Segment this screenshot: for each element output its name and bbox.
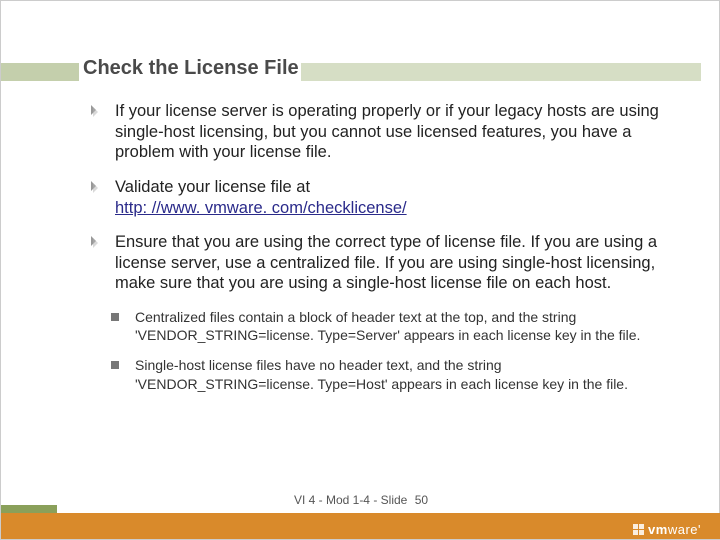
bullet-text: Validate your license file at — [115, 178, 310, 196]
title-accent-right — [301, 63, 701, 81]
bullet-level1: Ensure that you are using the correct ty… — [91, 232, 661, 294]
logo-text: vmware' — [648, 522, 701, 537]
content-area: If your license server is operating prop… — [91, 101, 661, 405]
title-accent-left — [1, 63, 79, 81]
bullet-text: Centralized files contain a block of hea… — [135, 309, 640, 343]
bullet-text: If your license server is operating prop… — [115, 102, 659, 161]
footer-label: VI 4 - Mod 1-4 - Slide — [294, 493, 407, 507]
check-license-link[interactable]: http: //www. vmware. com/checklicense/ — [115, 199, 407, 217]
bullet-level2: Single-host license files have no header… — [111, 356, 661, 392]
bullet-level1: If your license server is operating prop… — [91, 101, 661, 163]
slide: Check the License File If your license s… — [0, 0, 720, 540]
footer-accent — [1, 505, 57, 513]
bullet-level1: Validate your license file at http: //ww… — [91, 177, 661, 218]
bullet-level2: Centralized files contain a block of hea… — [111, 308, 661, 344]
footer-bar: vmware' — [1, 513, 720, 539]
vmware-logo: vmware' — [633, 522, 701, 537]
logo-boxes-icon — [633, 524, 644, 535]
title-row: Check the License File — [1, 57, 720, 89]
slide-number: 50 — [415, 493, 428, 507]
slide-title: Check the License File — [83, 57, 299, 80]
footer-text: VI 4 - Mod 1-4 - Slide 50 — [1, 493, 720, 507]
bullet-text: Single-host license files have no header… — [135, 357, 628, 391]
bullet-text: Ensure that you are using the correct ty… — [115, 233, 657, 292]
